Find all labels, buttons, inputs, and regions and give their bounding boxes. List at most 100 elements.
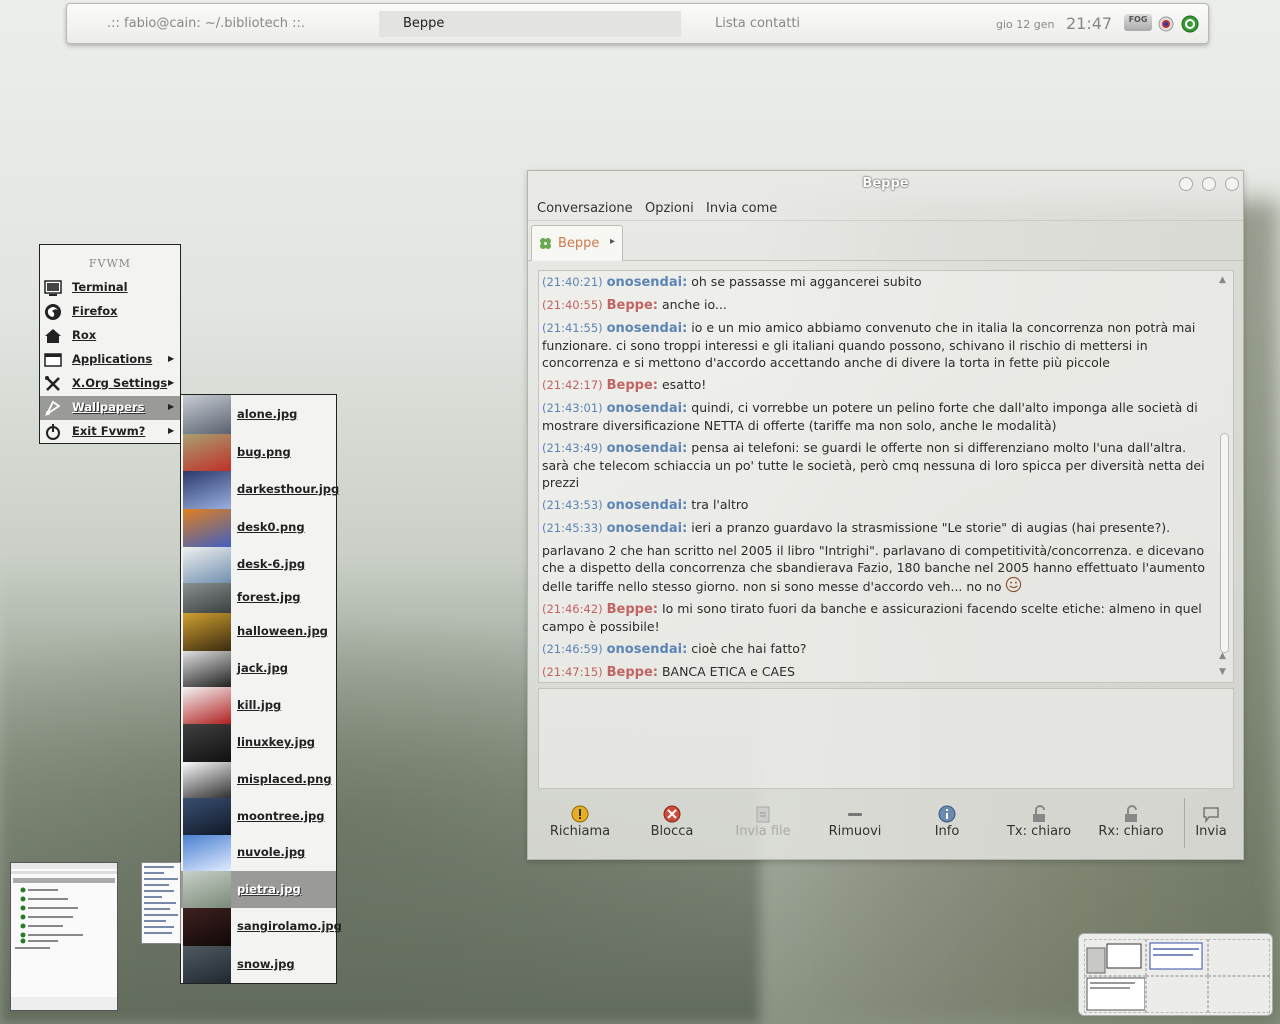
message-input[interactable] — [538, 688, 1234, 789]
wallpaper-item[interactable]: desk0.png — [181, 509, 336, 547]
task-terminal[interactable]: .:: fabio@cain: ~/.bibliotech ::. — [75, 11, 377, 37]
message-timestamp: (21:43:01) — [542, 401, 603, 415]
contact-list-preview[interactable] — [10, 862, 118, 1011]
message-timestamp: (21:40:21) — [542, 275, 603, 289]
send-file-icon — [756, 806, 770, 823]
info-icon — [938, 805, 956, 823]
fog-tray-icon[interactable]: FOG — [1124, 14, 1152, 31]
message-timestamp: (21:46:42) — [542, 602, 603, 616]
scroll-up-icon[interactable]: ▲ — [1219, 275, 1226, 285]
richiama-button[interactable]: Richiama — [535, 798, 625, 848]
pager-desk-1[interactable] — [1084, 939, 1146, 976]
chat-message: parlavano 2 che han scritto nel 2005 il … — [542, 542, 1214, 595]
wallpaper-item[interactable]: linuxkey.jpg — [181, 724, 336, 762]
message-timestamp: (21:40:55) — [542, 298, 603, 312]
wallpaper-item[interactable]: pietra.jpg — [181, 871, 336, 908]
blocca-button[interactable]: Blocca — [627, 798, 717, 848]
rimuovi-button[interactable]: Rimuovi — [810, 798, 900, 848]
pager-desk-6[interactable] — [1208, 976, 1270, 1013]
wallpaper-item[interactable]: jack.jpg — [181, 651, 336, 687]
wallpapers-submenu: alone.jpg bug.png darkesthour.jpg desk0.png… — [180, 394, 342, 984]
menu-item-terminal[interactable]: Terminal — [40, 276, 180, 300]
task-beppe[interactable]: Beppe — [379, 11, 681, 37]
minimize-button[interactable] — [1179, 177, 1193, 191]
scroll-down-icon[interactable]: ▼ — [1219, 667, 1226, 677]
message-timestamp: (21:43:49) — [542, 441, 603, 455]
title-bar[interactable]: Beppe — [528, 171, 1243, 197]
message-sender: Beppe: — [606, 602, 658, 617]
message-sender: Beppe: — [606, 298, 658, 313]
button-label: Invia — [1195, 824, 1227, 839]
wallpaper-thumbnail — [183, 509, 231, 547]
chat-message: (21:40:21) onosendai: oh se passasse mi … — [542, 273, 1214, 291]
wallpaper-thumbnail — [183, 471, 231, 509]
buddy-status-icon — [540, 238, 551, 249]
tab-beppe[interactable]: Beppe ▸ — [531, 225, 623, 261]
panel-clock[interactable]: 21:47 — [1066, 14, 1112, 33]
menu-item-label: Applications — [72, 352, 153, 366]
terminal-preview[interactable] — [141, 862, 181, 944]
conversation-view[interactable]: (21:40:21) onosendai: oh se passasse mi … — [538, 270, 1234, 683]
pager-desk-4[interactable] — [1084, 976, 1146, 1013]
pager-desk-2[interactable] — [1146, 939, 1208, 976]
terminal-icon — [44, 280, 62, 296]
wallpaper-item[interactable]: halloween.jpg — [181, 613, 336, 651]
task-contact-list[interactable]: Lista contatti — [683, 11, 985, 37]
message-timestamp: (21:43:53) — [542, 498, 603, 512]
wallpaper-item[interactable]: desk-6.jpg — [181, 547, 336, 583]
scroll-up-bottom-icon[interactable]: ▲ — [1219, 651, 1226, 661]
menu-item-label: X.Org Settings — [72, 376, 168, 390]
menu-conversazione[interactable]: Conversazione — [537, 201, 633, 216]
pager-desk-3[interactable] — [1208, 939, 1270, 976]
invia-file-button[interactable]: Invia file — [718, 798, 808, 848]
wallpaper-item[interactable]: snow.jpg — [181, 946, 336, 983]
color-tray-icon[interactable] — [1157, 15, 1175, 33]
chat-message: (21:43:49) onosendai: pensa ai telefoni:… — [542, 439, 1214, 491]
menu-item-wallpapers[interactable]: Wallpapers ▶ — [40, 396, 180, 420]
scroll-thumb[interactable] — [1220, 433, 1229, 653]
wallpaper-item[interactable]: darkesthour.jpg — [181, 471, 339, 509]
wallpaper-item[interactable]: forest.jpg — [181, 583, 336, 613]
button-label: Invia file — [735, 824, 791, 839]
maximize-button[interactable] — [1202, 177, 1216, 191]
pager-desk-5[interactable] — [1146, 976, 1208, 1013]
wallpaper-label: nuvole.jpg — [237, 845, 306, 859]
menu-item-rox[interactable]: Rox — [40, 324, 180, 348]
wallpaper-label: moontree.jpg — [237, 809, 325, 823]
menu-item-x-org-settings[interactable]: X.Org Settings ▶ — [40, 372, 180, 396]
menu-item-label: Terminal — [72, 280, 128, 294]
wallpaper-item[interactable]: sangirolamo.jpg — [181, 908, 342, 946]
network-tray-icon[interactable] — [1181, 15, 1199, 33]
menu-item-firefox[interactable]: Firefox — [40, 300, 180, 324]
menu-invia-come[interactable]: Invia come — [706, 201, 777, 216]
menu-opzioni[interactable]: Opzioni — [645, 201, 694, 216]
menu-item-applications[interactable]: Applications ▶ — [40, 348, 180, 372]
info-button[interactable]: Info — [902, 798, 992, 848]
message-sender: onosendai: — [606, 321, 688, 336]
wallpaper-item[interactable]: moontree.jpg — [181, 798, 336, 835]
message-list: (21:40:21) onosendai: oh se passasse mi … — [542, 273, 1214, 686]
message-sender: onosendai: — [606, 642, 688, 657]
wallpaper-label: halloween.jpg — [237, 624, 328, 638]
wallpaper-item[interactable]: misplaced.png — [181, 762, 336, 798]
tx-chiaro-button[interactable]: Tx: chiaro — [994, 798, 1084, 848]
unlock-icon — [1125, 805, 1137, 822]
fvwm-root-menu: FVWM Terminal Firefox Rox Applications ▶ X.Or… — [39, 244, 181, 444]
rx-chiaro-button[interactable]: Rx: chiaro — [1086, 798, 1176, 848]
submenu-arrow-icon: ▶ — [168, 402, 175, 411]
invia-button[interactable]: Invia — [1166, 798, 1256, 848]
wallpaper-item[interactable]: kill.jpg — [181, 687, 336, 724]
wallpaper-thumbnail — [183, 687, 231, 724]
speech-bubble-icon — [1203, 807, 1219, 824]
menu-item-label: Wallpapers — [72, 400, 145, 414]
conversation-scrollbar[interactable]: ▲ ▲ ▼ — [1218, 273, 1231, 680]
menu-item-exit-fvwm[interactable]: Exit Fvwm? ▶ — [40, 420, 180, 444]
wallpaper-item[interactable]: alone.jpg — [181, 395, 336, 434]
wallpaper-item[interactable]: bug.png — [181, 434, 336, 471]
wallpaper-item[interactable]: nuvole.jpg — [181, 835, 336, 871]
message-text: esatto! — [661, 377, 707, 392]
tab-menu-arrow-icon[interactable]: ▸ — [610, 236, 615, 247]
message-timestamp: (21:42:17) — [542, 378, 603, 392]
wallpaper-thumbnail — [183, 762, 231, 798]
close-button[interactable] — [1225, 177, 1239, 191]
